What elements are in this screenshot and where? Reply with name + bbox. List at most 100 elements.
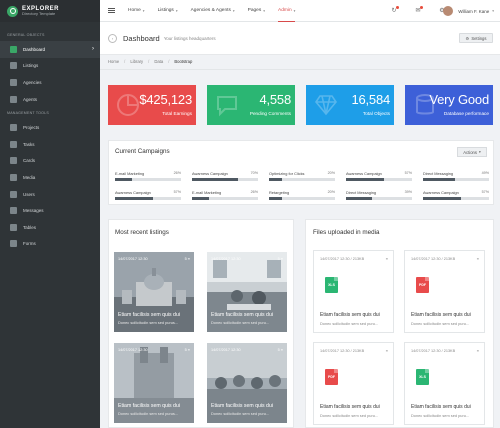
user-menu[interactable]: William F. Kane ▾	[443, 0, 494, 22]
sidebar-item-tables[interactable]: Tables	[0, 219, 100, 236]
file-card[interactable]: 14/07/2017 12:30 / 213KB ≡ PDF Etiam fac…	[404, 250, 485, 333]
file-card[interactable]: 14/07/2017 12:30 / 213KB ≡ XLS Etiam fac…	[404, 342, 485, 425]
nav-agencies-agents[interactable]: Agencies & Agents ▾	[191, 0, 235, 22]
building-icon	[10, 78, 17, 86]
xls-file-icon: XLS	[325, 277, 338, 293]
breadcrumb: Home / Library / Data / Bootstrap	[108, 59, 197, 64]
stat-card-earnings[interactable]: $425,123 Total Earnings	[108, 85, 196, 125]
progress-track	[269, 197, 335, 200]
progress-track	[115, 178, 181, 181]
listing-menu-icon[interactable]: 5 ≡	[278, 348, 283, 352]
file-meta: 14/07/2017 12:30 / 213KB	[320, 349, 365, 353]
page-header: ‹ Dashboard Your listings headquarters ⚙…	[100, 22, 500, 55]
campaign-progress: Awarness Campaign 57%	[346, 171, 412, 185]
sidebar-item-projects[interactable]: Projects	[0, 119, 100, 136]
file-card[interactable]: 14/07/2017 12:30 / 213KB ≡ XLS Etiam fac…	[313, 250, 394, 333]
stat-card-database[interactable]: Very Good Database performace	[405, 85, 493, 125]
file-menu-icon[interactable]: ≡	[477, 349, 479, 353]
sidebar: EXPLORER Directory Template GENERAL OBJE…	[0, 0, 100, 428]
stat-card-comments[interactable]: 4,558 Pending Comments	[207, 85, 295, 125]
file-menu-icon[interactable]: ≡	[386, 257, 388, 261]
dashboard-icon	[10, 45, 17, 53]
listing-card[interactable]: 14/07/2017 12:30 5 ≡ Etiam facilisis sem…	[114, 252, 194, 332]
breadcrumb-library[interactable]: Library	[130, 59, 143, 64]
sidebar-item-agencies[interactable]: Agencies	[0, 74, 100, 91]
campaign-progress: Awarness Campaign 70%	[192, 171, 258, 185]
actions-button[interactable]: Actions ▾	[457, 147, 487, 157]
breadcrumb-home[interactable]: Home	[108, 59, 119, 64]
sidebar-item-label: Projects	[23, 125, 40, 131]
file-menu-icon[interactable]: ≡	[477, 257, 479, 261]
progress-fill	[346, 197, 372, 200]
avatar	[443, 6, 454, 16]
progress-fill	[423, 197, 461, 200]
settings-button[interactable]: ⚙ Settings	[459, 33, 493, 43]
file-title: Etiam facilisis sem quis dui	[411, 312, 471, 318]
breadcrumb-data[interactable]: Data	[154, 59, 163, 64]
file-menu-icon[interactable]: ≡	[386, 349, 388, 353]
campaigns-panel: Current Campaigns Actions ▾ E-mail Market…	[108, 140, 494, 205]
notification-badge	[396, 6, 399, 9]
sidebar-item-users[interactable]: Users	[0, 186, 100, 203]
stat-card-objects[interactable]: 16,584 Total Objects	[306, 85, 394, 125]
sidebar-item-messages[interactable]: Messages	[0, 202, 100, 219]
progress-fill	[269, 197, 283, 200]
brand-subtitle: Directory Template	[22, 11, 56, 17]
campaign-name: Awarness Campaign	[192, 171, 228, 176]
brand[interactable]: EXPLORER Directory Template	[0, 0, 100, 22]
stat-value: 16,584	[351, 92, 390, 107]
sidebar-item-media[interactable]: Media	[0, 169, 100, 186]
file-meta: 14/07/2017 12:30 / 213KB	[411, 349, 456, 353]
stat-value: $425,123	[139, 92, 192, 107]
sidebar-item-agents[interactable]: Agents	[0, 91, 100, 108]
progress-track	[423, 178, 489, 181]
nav-pages[interactable]: Pages ▾	[248, 0, 265, 22]
listing-description: Donec sollicitudin sem sed puru...	[211, 411, 270, 416]
hamburger-menu-icon[interactable]	[108, 8, 115, 13]
listing-title: Etiam facilisis sem quis dui	[211, 312, 273, 318]
listing-card[interactable]: 14/07/2017 12:30 5 ≡ Etiam facilisis sem…	[114, 343, 194, 423]
listing-menu-icon[interactable]: 5 ≡	[185, 348, 190, 352]
file-description: Donec sollicitudin sem sed puru...	[411, 413, 470, 418]
file-description: Donec sollicitudin sem sed puru...	[411, 321, 470, 326]
chart-pie-icon	[117, 94, 139, 116]
sidebar-item-cards[interactable]: Cards	[0, 153, 100, 170]
listing-title: Etiam facilisis sem quis dui	[118, 312, 180, 318]
listing-menu-icon[interactable]: 5 ≡	[278, 257, 283, 261]
listing-card[interactable]: 14/07/2017 12:30 5 ≡ Etiam facilisis sem…	[207, 343, 287, 423]
file-card[interactable]: 14/07/2017 12:30 / 213KB ≡ PDF Etiam fac…	[313, 342, 394, 425]
stat-value: 4,558	[259, 92, 291, 107]
nav-listings[interactable]: Listings ▾	[158, 0, 178, 22]
sidebar-item-forms[interactable]: Forms	[0, 236, 100, 253]
sidebar-item-dashboard[interactable]: Dashboard ›	[0, 41, 100, 58]
sidebar-item-listings[interactable]: Listings	[0, 58, 100, 75]
nav-listings-label: Listings	[157, 8, 174, 13]
listing-title: Etiam facilisis sem quis dui	[118, 403, 180, 409]
listing-menu-icon[interactable]: 5 ≡	[185, 257, 190, 261]
nav-agencies-label: Agencies & Agents	[190, 8, 231, 13]
campaign-progress: E-mail Marketing 26%	[192, 190, 258, 204]
nav-home[interactable]: Home ▾	[128, 0, 145, 22]
campaigns-title: Current Campaigns	[115, 148, 170, 155]
sidebar-item-tasks[interactable]: Tasks	[0, 136, 100, 153]
sidebar-item-label: Tasks	[23, 141, 35, 147]
campaign-percent: 57%	[173, 190, 181, 194]
nav-admin[interactable]: Admin ▾	[278, 0, 296, 22]
notification-icon[interactable]: ↻	[391, 6, 399, 14]
caret-down-icon: ▾	[232, 8, 235, 13]
mail-icon[interactable]: ✉	[415, 6, 423, 14]
stat-label: Pending Comments	[249, 111, 291, 116]
sidebar-item-label: Messages	[23, 208, 44, 214]
back-button[interactable]: ‹	[108, 33, 117, 43]
listing-card[interactable]: 14/07/2017 12:30 5 ≡ Etiam facilisis sem…	[207, 252, 287, 332]
campaign-progress: Retargeting 20%	[269, 190, 335, 204]
user-icon	[10, 95, 17, 103]
campaign-progress: E-mail Marketing 26%	[115, 171, 181, 185]
campaign-progress: Awarness Campaign 57%	[423, 190, 489, 204]
campaign-progress: Direct Messaging 39%	[346, 190, 412, 204]
campaign-percent: 26%	[173, 171, 181, 175]
caret-down-icon: ▾	[175, 8, 178, 13]
listing-description: Donec sollicitudin sem sed purus...	[118, 411, 179, 416]
sidebar-section-management: MANAGEMENT TOOLS	[7, 111, 49, 116]
tasks-icon	[10, 140, 17, 148]
